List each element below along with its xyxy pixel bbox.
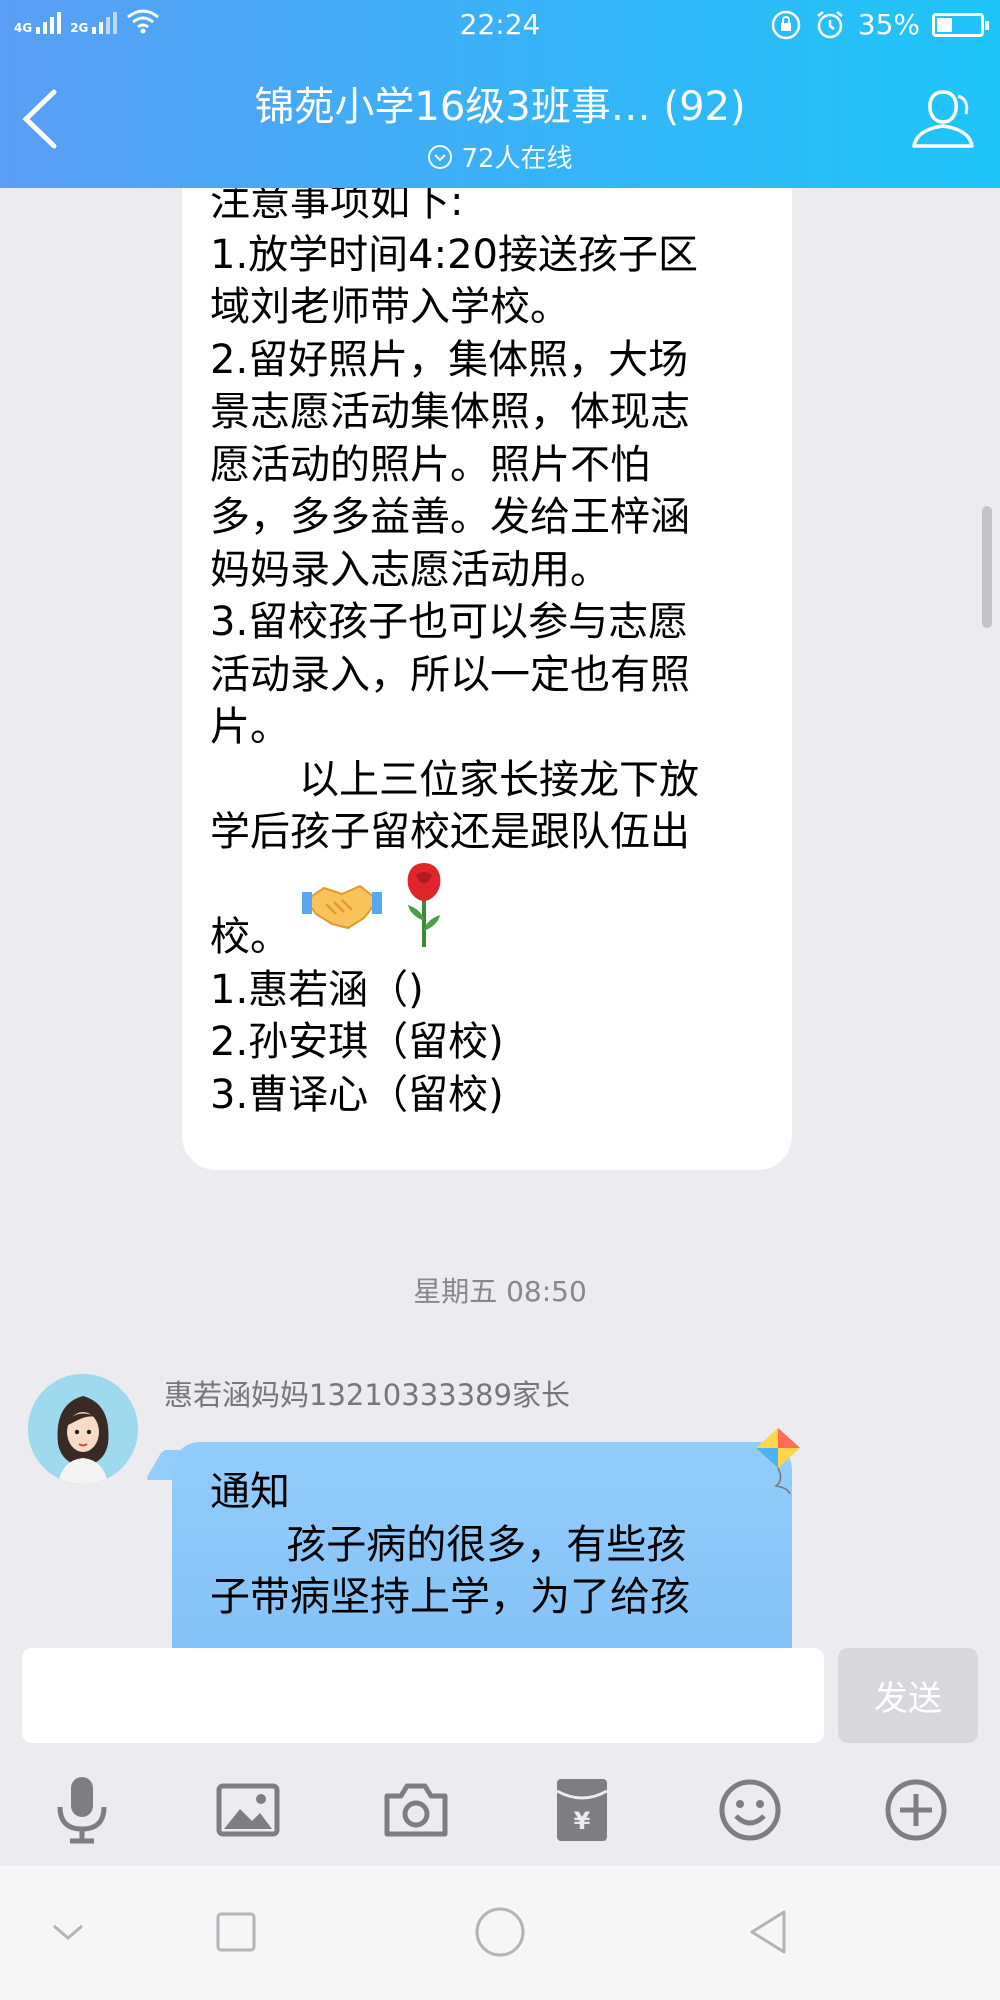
avatar-image bbox=[28, 1374, 138, 1484]
circle-icon bbox=[475, 1907, 525, 1957]
red-packet-button[interactable]: ¥ bbox=[542, 1770, 622, 1850]
message-line: 1.放学时间4:20接送孩子区 bbox=[210, 231, 698, 278]
nav-back-button[interactable] bbox=[736, 1900, 800, 1964]
red-packet-icon: ¥ bbox=[556, 1779, 608, 1841]
message-line: 通知 bbox=[210, 1469, 290, 1515]
group-title: 锦苑小学16级3班事… (92) bbox=[254, 84, 746, 130]
rotation-lock-icon bbox=[771, 10, 801, 39]
rose-emoji-icon bbox=[394, 859, 454, 963]
online-count: 72人在线 bbox=[461, 144, 573, 174]
online-status: 72人在线 bbox=[120, 138, 880, 175]
triangle-back-icon bbox=[750, 1910, 786, 1954]
message-line: 以上三位家长接龙下放 bbox=[210, 756, 700, 803]
message-line: 多，多多益善。发给王梓涵 bbox=[210, 494, 690, 540]
message-line: 校。 bbox=[210, 914, 290, 960]
message-text: 通知 孩子病的很多，有些孩 子带病坚持上学，为了给孩 bbox=[210, 1466, 770, 1624]
input-bar: 发送 bbox=[0, 1648, 1000, 1762]
list-item: 2.孙安琪（留校) bbox=[210, 1019, 504, 1065]
message-input[interactable] bbox=[22, 1648, 824, 1743]
svg-text:¥: ¥ bbox=[574, 1807, 591, 1835]
camera-button[interactable] bbox=[376, 1770, 456, 1850]
message-bubble[interactable]: 通知 孩子病的很多，有些孩 子带病坚持上学，为了给孩 bbox=[172, 1442, 792, 1648]
chat-area[interactable]: 注意事项如下: 1.放学时间4:20接送孩子区 域刘老师带入学校。 2.留好照片，集体… bbox=[0, 188, 1000, 1648]
message-line: 片。 bbox=[210, 704, 290, 750]
chat-header: 4G 2G 22:24 35% 锦苑小学16级3班事… (92) 72人在线 bbox=[0, 0, 1000, 188]
message-line: 愿活动的照片。照片不怕 bbox=[210, 441, 650, 488]
nav-recents-button[interactable] bbox=[204, 1900, 268, 1964]
back-button[interactable] bbox=[14, 84, 74, 154]
message-text: 注意事项如下: 1.放学时间4:20接送孩子区 域刘老师带入学校。 2.留好照片，集体… bbox=[210, 188, 770, 1121]
kite-decoration-icon bbox=[748, 1424, 808, 1495]
battery-percent: 35% bbox=[857, 8, 920, 41]
microphone-icon bbox=[57, 1777, 107, 1844]
message-line: 学后孩子留校还是跟队伍出 bbox=[210, 809, 690, 855]
emoji-button[interactable] bbox=[710, 1770, 790, 1850]
sender-name: 惠若涵妈妈13210333389家长 bbox=[164, 1378, 570, 1412]
alarm-icon bbox=[816, 10, 843, 38]
chevron-left-icon bbox=[22, 89, 57, 149]
message-line: 3.留校孩子也可以参与志愿 bbox=[210, 599, 689, 645]
message-line: 孩子病的很多，有些孩 bbox=[210, 1521, 687, 1568]
message-bubble[interactable]: 注意事项如下: 1.放学时间4:20接送孩子区 域刘老师带入学校。 2.留好照片，集体… bbox=[182, 188, 792, 1170]
message-line: 妈妈录入志愿活动用。 bbox=[210, 546, 610, 593]
message-line: 注意事项如下: bbox=[210, 188, 464, 225]
list-item: 3.曹译心（留校) bbox=[210, 1071, 504, 1118]
emoji-line: 校。 bbox=[210, 859, 770, 964]
emoji-icon bbox=[719, 1779, 781, 1841]
status-right: 35% bbox=[770, 8, 989, 41]
message-line: 域刘老师带入学校。 bbox=[210, 284, 570, 330]
scrollbar[interactable] bbox=[982, 506, 992, 628]
group-members-button[interactable] bbox=[908, 86, 978, 152]
voice-button[interactable] bbox=[42, 1770, 122, 1850]
nav-hide-button[interactable] bbox=[36, 1900, 100, 1964]
user-icon bbox=[912, 90, 974, 148]
plus-icon bbox=[885, 1779, 947, 1841]
square-icon bbox=[216, 1912, 256, 1952]
system-nav-bar bbox=[0, 1866, 1000, 2000]
status-bar: 4G 2G 22:24 35% bbox=[0, 0, 1000, 50]
message-line: 2.留好照片，集体照，大场 bbox=[210, 336, 689, 383]
chevron-down-icon bbox=[53, 1924, 83, 1940]
input-toolbar: ¥ bbox=[0, 1762, 1000, 1866]
image-icon bbox=[216, 1783, 280, 1837]
message-line: 景志愿活动集体照，体现志 bbox=[210, 389, 690, 435]
title-area[interactable]: 锦苑小学16级3班事… (92) 72人在线 bbox=[120, 74, 880, 175]
image-button[interactable] bbox=[208, 1770, 288, 1850]
message-line: 子带病坚持上学，为了给孩 bbox=[210, 1574, 690, 1620]
chevron-down-circle-icon bbox=[428, 144, 453, 169]
battery-icon bbox=[932, 12, 989, 37]
camera-icon bbox=[384, 1783, 448, 1837]
send-button[interactable]: 发送 bbox=[838, 1648, 978, 1743]
more-button[interactable] bbox=[876, 1770, 956, 1850]
nav-home-button[interactable] bbox=[468, 1900, 532, 1964]
message-line: 活动录入，所以一定也有照 bbox=[210, 651, 690, 698]
avatar[interactable] bbox=[28, 1374, 138, 1484]
time-separator: 星期五 08:50 bbox=[413, 1275, 587, 1308]
list-item: 1.惠若涵（) bbox=[210, 966, 424, 1013]
handshake-emoji-icon bbox=[302, 874, 382, 948]
